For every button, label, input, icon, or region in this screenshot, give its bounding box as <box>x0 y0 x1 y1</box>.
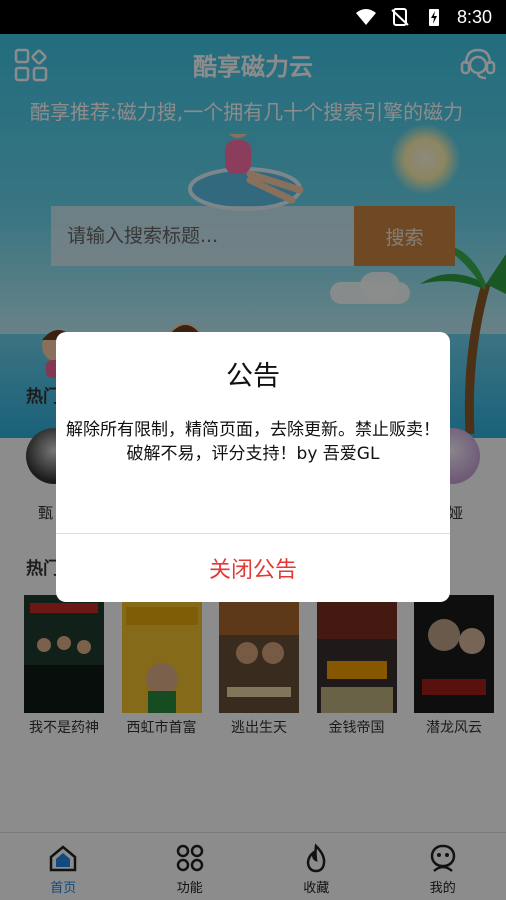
close-announcement-button[interactable]: 关闭公告 <box>56 534 450 602</box>
dialog-message: 解除所有限制，精简页面，去除更新。禁止贩卖！破解不易，评分支持！by 吾爱GL <box>66 420 440 464</box>
status-bar: 8:30 <box>0 0 506 34</box>
status-time: 8:30 <box>456 6 492 27</box>
dialog-title: 公告 <box>226 361 280 392</box>
announcement-dialog: 公告 解除所有限制，精简页面，去除更新。禁止贩卖！破解不易，评分支持！by 吾爱… <box>56 332 450 602</box>
no-sim-icon <box>391 8 409 26</box>
battery-charging-icon <box>428 9 439 26</box>
wifi-icon <box>355 9 376 25</box>
